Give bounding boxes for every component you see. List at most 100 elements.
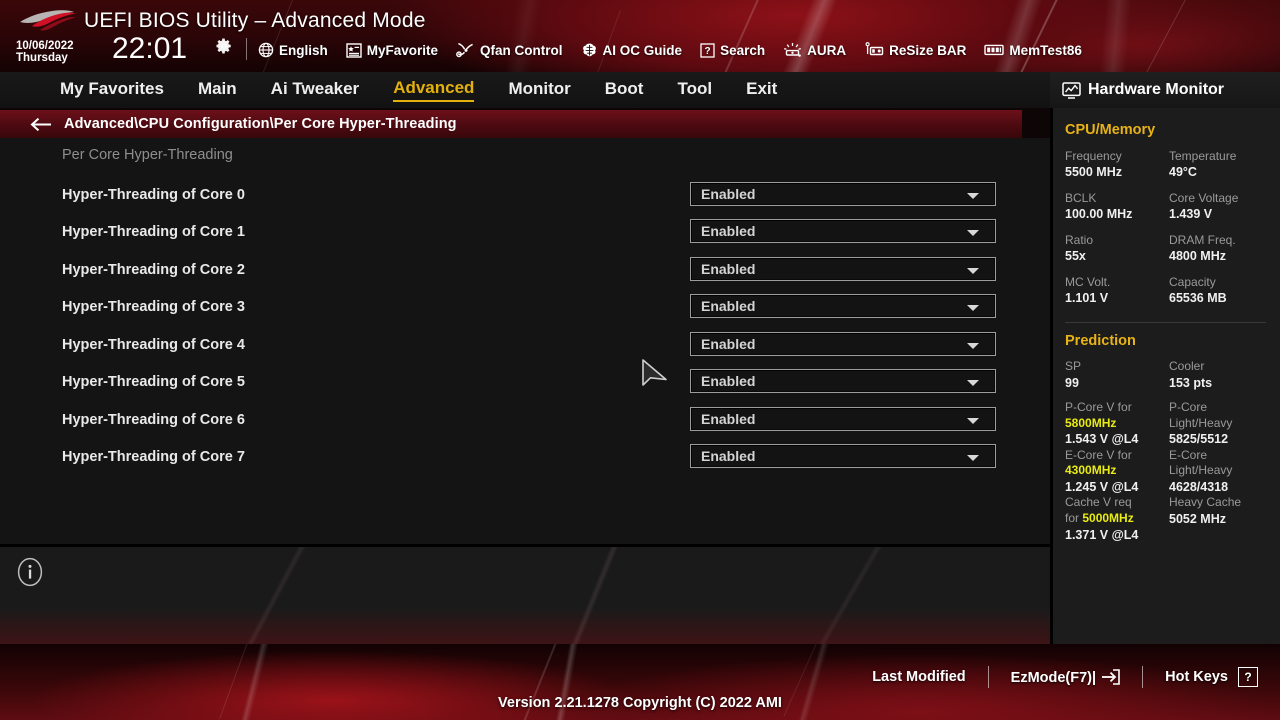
hot-keys-button[interactable]: Hot Keys ? bbox=[1165, 667, 1258, 687]
tool-myfavorite[interactable]: MyFavorite bbox=[346, 43, 438, 58]
ezmode-button[interactable]: EzMode(F7)| bbox=[1011, 668, 1120, 686]
hardware-monitor-header: Hardware Monitor bbox=[1050, 72, 1280, 108]
setting-row-core4: Hyper-Threading of Core 4 Enabled bbox=[0, 329, 1050, 366]
pred-key-cache-for: for 5000MHz bbox=[1065, 511, 1169, 528]
hyperthreading-core4-dropdown[interactable]: Enabled bbox=[690, 332, 996, 356]
dropdown-value: Enabled bbox=[701, 373, 756, 389]
pred-val-sp: 99 bbox=[1065, 375, 1079, 390]
pred-key-cache-v: Cache V req bbox=[1065, 495, 1132, 509]
tool-label: AI OC Guide bbox=[602, 42, 683, 58]
date-display: 10/06/2022 Thursday bbox=[16, 40, 74, 64]
pred-val-ecore-light: 4628/4318 bbox=[1169, 479, 1229, 494]
setting-row-core0: Hyper-Threading of Core 0 Enabled bbox=[0, 179, 1050, 216]
hyperthreading-core6-dropdown[interactable]: Enabled bbox=[690, 407, 996, 431]
pred-val-heavy-cache: 5052 MHz bbox=[1169, 511, 1226, 526]
hw-val-mc-volt: 1.101 V bbox=[1065, 291, 1109, 305]
pred-key-ecore-light: E-Core bbox=[1169, 447, 1208, 462]
hw-key-capacity: Capacity bbox=[1169, 275, 1216, 289]
hw-key-temperature: Temperature bbox=[1169, 149, 1237, 163]
hyperthreading-core7-dropdown[interactable]: Enabled bbox=[690, 444, 996, 468]
hw-key-dram-freq: DRAM Freq. bbox=[1169, 233, 1236, 247]
hw-val-dram-freq: 4800 MHz bbox=[1169, 249, 1226, 263]
tool-resize-bar[interactable]: ReSize BAR bbox=[864, 42, 966, 58]
tool-english[interactable]: English bbox=[258, 42, 328, 58]
pred-val-pcore-light: 5825/5512 bbox=[1169, 432, 1229, 446]
prediction-section-title: Prediction bbox=[1065, 333, 1136, 349]
pred-key-heavy-cache: Heavy Cache bbox=[1169, 495, 1242, 509]
tool-label: ReSize BAR bbox=[889, 42, 967, 58]
tool-label: Qfan Control bbox=[480, 42, 563, 58]
bios-screen: UEFI BIOS Utility – Advanced Mode 10/06/… bbox=[0, 0, 1280, 720]
hyperthreading-core5-dropdown[interactable]: Enabled bbox=[690, 369, 996, 393]
panel-divider bbox=[1065, 322, 1266, 323]
tab-monitor[interactable]: Monitor bbox=[508, 79, 570, 101]
setting-label: Hyper-Threading of Core 0 bbox=[62, 187, 245, 203]
weekday-value: Thursday bbox=[16, 52, 68, 64]
tab-exit[interactable]: Exit bbox=[746, 79, 777, 101]
footer-actions: Last Modified EzMode(F7)| Hot Keys ? bbox=[872, 666, 1258, 688]
dropdown-value: Enabled bbox=[701, 223, 756, 239]
footer-bar: Last Modified EzMode(F7)| Hot Keys ? Ver… bbox=[0, 644, 1280, 720]
setting-label: Hyper-Threading of Core 4 bbox=[62, 337, 245, 353]
tool-label: MyFavorite bbox=[366, 42, 439, 58]
pred-key-sp: SP bbox=[1065, 359, 1082, 373]
footer-divider-1 bbox=[987, 666, 989, 688]
pred-val-cooler: 153 pts bbox=[1169, 375, 1213, 390]
chevron-down-icon bbox=[967, 343, 979, 349]
main-nav-tabs: My Favorites Main Ai Tweaker Advanced Mo… bbox=[0, 72, 1050, 108]
rog-logo-icon bbox=[20, 10, 76, 31]
setting-row-core7: Hyper-Threading of Core 7 Enabled bbox=[0, 441, 1050, 478]
dropdown-value: Enabled bbox=[701, 186, 756, 202]
exit-arrow-icon bbox=[1102, 668, 1120, 685]
hw-key-ratio: Ratio bbox=[1065, 233, 1094, 247]
tool-aura[interactable]: AURA bbox=[783, 42, 846, 58]
tab-my-favorites[interactable]: My Favorites bbox=[60, 79, 164, 101]
dropdown-value: Enabled bbox=[701, 298, 756, 314]
hw-key-frequency: Frequency bbox=[1065, 149, 1122, 163]
hyperthreading-core2-dropdown[interactable]: Enabled bbox=[690, 257, 996, 281]
tool-ai-oc-guide[interactable]: AI OC Guide bbox=[581, 42, 683, 58]
hardware-monitor-panel: CPU/Memory Frequency Temperature 5500 MH… bbox=[1050, 108, 1280, 644]
hyperthreading-core1-dropdown[interactable]: Enabled bbox=[690, 219, 996, 243]
hyperthreading-core0-dropdown[interactable]: Enabled bbox=[690, 182, 996, 206]
hyperthreading-core3-dropdown[interactable]: Enabled bbox=[690, 294, 996, 318]
hw-val-core-voltage: 1.439 V bbox=[1169, 207, 1213, 221]
tab-tool[interactable]: Tool bbox=[677, 79, 712, 101]
setting-label: Hyper-Threading of Core 7 bbox=[62, 449, 245, 465]
tool-label: MemTest86 bbox=[1009, 42, 1082, 58]
clock-display: 22:01 bbox=[112, 32, 188, 65]
pred-val-pcore: 1.543 V @L4 bbox=[1065, 432, 1139, 446]
hardware-monitor-title: Hardware Monitor bbox=[1088, 81, 1225, 98]
info-circle-icon[interactable] bbox=[17, 557, 43, 587]
date-value: 10/06/2022 bbox=[16, 40, 74, 52]
tab-main[interactable]: Main bbox=[198, 79, 237, 101]
globe-icon bbox=[258, 42, 274, 58]
aura-light-icon bbox=[784, 43, 802, 57]
tool-qfan-control[interactable]: Qfan Control bbox=[456, 42, 563, 58]
tab-advanced[interactable]: Advanced bbox=[393, 78, 475, 102]
page-title: UEFI BIOS Utility – Advanced Mode bbox=[84, 9, 426, 32]
breadcrumb: Advanced\CPU Configuration\Per Core Hype… bbox=[0, 110, 1022, 138]
tab-ai-tweaker[interactable]: Ai Tweaker bbox=[271, 79, 360, 101]
pred-key-pcore-light: P-Core bbox=[1169, 400, 1208, 414]
section-title: Per Core Hyper-Threading bbox=[62, 147, 233, 163]
tool-search[interactable]: ? Search bbox=[700, 43, 765, 58]
version-text: Version 2.21.1278 Copyright (C) 2022 AMI bbox=[498, 695, 782, 711]
gear-icon[interactable] bbox=[215, 37, 233, 55]
tool-memtest86[interactable]: MemTest86 bbox=[984, 43, 1082, 58]
back-arrow-icon[interactable] bbox=[30, 117, 52, 132]
tab-boot[interactable]: Boot bbox=[605, 79, 644, 101]
setting-row-core2: Hyper-Threading of Core 2 Enabled bbox=[0, 254, 1050, 291]
chevron-down-icon bbox=[967, 305, 979, 311]
pred-cache-for-label: for bbox=[1065, 510, 1080, 525]
chevron-down-icon bbox=[967, 418, 979, 424]
pred-key-ecore-light-b: Light/Heavy bbox=[1169, 463, 1233, 477]
resize-bar-icon bbox=[865, 42, 884, 56]
pred-val-cache: 1.371 V @L4 bbox=[1065, 528, 1139, 542]
setting-row-core5: Hyper-Threading of Core 5 Enabled bbox=[0, 366, 1050, 403]
svg-text:?: ? bbox=[705, 46, 711, 57]
chevron-down-icon bbox=[967, 193, 979, 199]
monitor-icon bbox=[1062, 81, 1081, 99]
hw-key-mc-volt: MC Volt. bbox=[1065, 275, 1111, 289]
last-modified-button[interactable]: Last Modified bbox=[872, 669, 965, 685]
